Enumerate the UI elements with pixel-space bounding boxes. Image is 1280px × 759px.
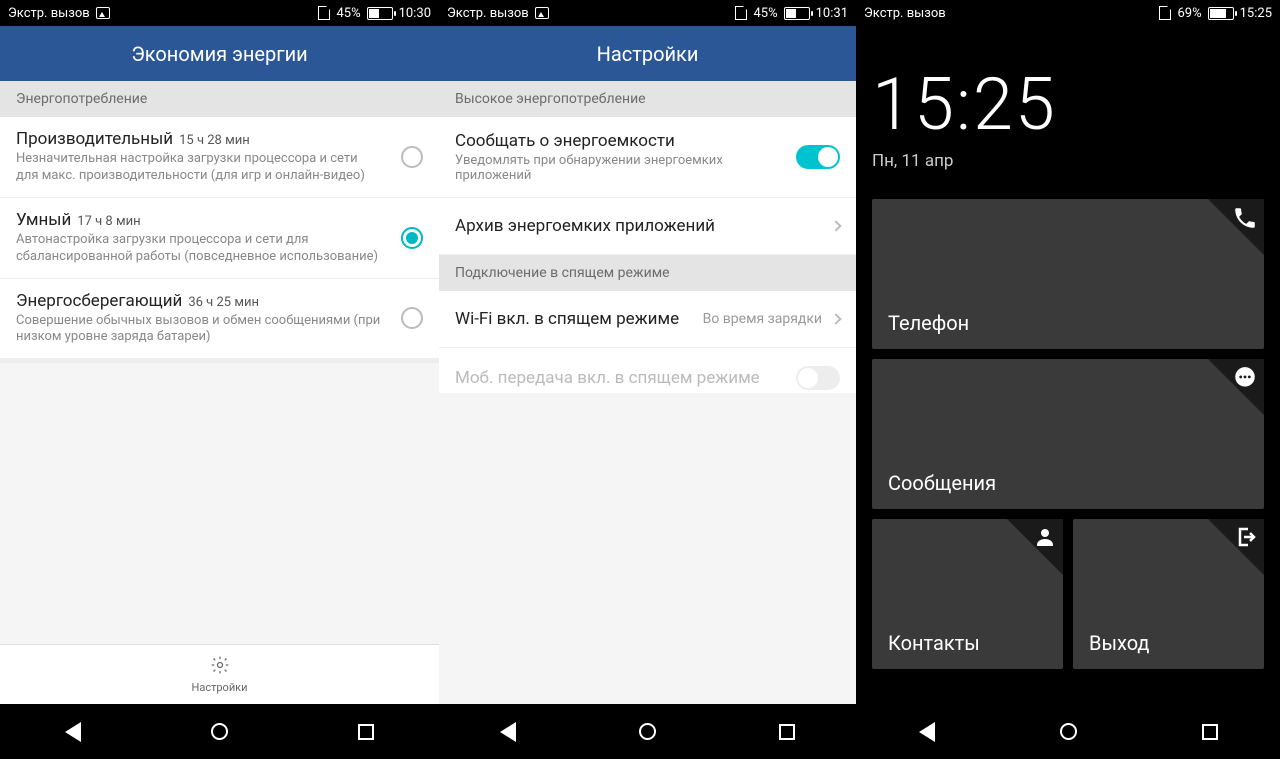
android-navbar — [0, 704, 439, 759]
recent-button[interactable] — [1202, 724, 1218, 740]
spacer — [0, 363, 439, 645]
archive-row[interactable]: Архив энергоемких приложений — [439, 198, 856, 255]
row-title: Моб. передача вкл. в спящем режиме — [455, 368, 788, 388]
radio-icon[interactable] — [401, 307, 423, 329]
phone-screen-2: Экстр. вызов 45% 10:31 Настройки Высокое… — [439, 0, 856, 759]
toggle-switch — [796, 366, 840, 390]
tile-contacts[interactable]: Контакты — [872, 519, 1063, 669]
mode-performance[interactable]: Производительный 15 ч 28 мин Незначительн… — [0, 117, 439, 198]
chevron-right-icon — [830, 220, 841, 231]
mode-saver[interactable]: Энергосберегающий 36 ч 25 мин Совершение … — [0, 279, 439, 360]
mode-desc: Совершение обычных вызовов и обмен сообщ… — [16, 313, 423, 347]
row-title: Wi-Fi вкл. в спящем режиме — [455, 309, 703, 329]
row-value: Во время зарядки — [703, 311, 822, 327]
phone-icon — [1232, 205, 1258, 235]
tile-label: Выход — [1089, 631, 1150, 655]
phone-screen-1: Экстр. вызов 45% 10:30 Экономия энергии … — [0, 0, 439, 759]
mobile-sleep-row: Моб. передача вкл. в спящем режиме — [439, 348, 856, 393]
sim-icon — [735, 6, 747, 20]
page-title: Настройки — [439, 26, 856, 81]
tile-phone[interactable]: Телефон — [872, 199, 1264, 349]
row-title: Сообщать о энергоемкости — [455, 131, 788, 151]
carrier-label: Экстр. вызов — [864, 6, 946, 21]
wifi-sleep-row[interactable]: Wi-Fi вкл. в спящем режиме Во время заря… — [439, 291, 856, 348]
clock-label: 15:25 — [1240, 6, 1272, 21]
gear-icon — [210, 655, 230, 679]
back-button[interactable] — [65, 722, 81, 742]
tile-grid: Телефон Сообщения Контакты — [872, 199, 1264, 669]
recent-button[interactable] — [358, 724, 374, 740]
android-navbar — [856, 704, 1280, 759]
row-desc: Уведомлять при обнаружении энергоемких п… — [455, 153, 788, 183]
content-area: Энергопотребление Производительный 15 ч 2… — [0, 81, 439, 363]
person-icon — [1033, 525, 1057, 553]
section-consumption: Энергопотребление — [0, 81, 439, 117]
battery-icon — [784, 7, 810, 20]
mode-desc: Незначительная настройка загрузки процес… — [16, 151, 423, 185]
clock-label: 10:30 — [399, 6, 431, 21]
battery-icon — [1208, 7, 1234, 20]
phone-screen-3: Экстр. вызов 69% 15:25 15:25 Пн, 11 апр … — [856, 0, 1280, 759]
page-title: Экономия энергии — [0, 26, 439, 81]
lockscreen-content: 15:25 Пн, 11 апр Телефон Сообщения — [856, 26, 1280, 704]
mode-time: 15 ч 28 мин — [179, 133, 250, 148]
notify-energy-row[interactable]: Сообщать о энергоемкости Уведомлять при … — [439, 117, 856, 198]
battery-percent: 69% — [1177, 6, 1201, 21]
tile-label: Сообщения — [888, 471, 996, 495]
battery-icon — [367, 7, 393, 20]
tile-exit[interactable]: Выход — [1073, 519, 1264, 669]
back-button[interactable] — [919, 722, 935, 742]
android-navbar — [439, 704, 856, 759]
carrier-label: Экстр. вызов — [447, 6, 529, 21]
battery-percent: 45% — [336, 6, 360, 21]
section-sleep: Подключение в спящем режиме — [439, 255, 856, 291]
status-bar: Экстр. вызов 45% 10:30 — [0, 0, 439, 26]
chat-icon — [1232, 365, 1258, 395]
recent-button[interactable] — [779, 724, 795, 740]
mode-time: 36 ч 25 мин — [188, 295, 259, 310]
mode-desc: Автонастройка загрузки процессора и сети… — [16, 232, 423, 266]
mode-time: 17 ч 8 мин — [77, 214, 140, 229]
content-area: Высокое энергопотребление Сообщать о эне… — [439, 81, 856, 393]
home-button[interactable] — [211, 723, 228, 740]
clock-label: 10:31 — [816, 6, 848, 21]
status-bar: Экстр. вызов 45% 10:31 — [439, 0, 856, 26]
carrier-label: Экстр. вызов — [8, 6, 90, 21]
spacer — [439, 393, 856, 705]
sim-icon — [318, 6, 330, 20]
section-high: Высокое энергопотребление — [439, 81, 856, 117]
sim-icon — [1159, 6, 1171, 20]
home-button[interactable] — [1060, 723, 1077, 740]
tile-label: Телефон — [888, 311, 969, 335]
picture-icon — [96, 7, 110, 19]
back-button[interactable] — [500, 722, 516, 742]
status-bar: Экстр. вызов 69% 15:25 — [856, 0, 1280, 26]
row-title: Архив энергоемких приложений — [455, 216, 832, 236]
toggle-switch[interactable] — [796, 145, 840, 169]
tab-label: Настройки — [192, 681, 248, 694]
mode-title: Умный — [16, 210, 71, 230]
radio-icon[interactable] — [401, 146, 423, 168]
chevron-right-icon — [830, 313, 841, 324]
radio-icon[interactable] — [401, 227, 423, 249]
mode-smart[interactable]: Умный 17 ч 8 мин Автонастройка загрузки п… — [0, 198, 439, 279]
clock-date: Пн, 11 апр — [872, 151, 1264, 171]
picture-icon — [535, 7, 549, 19]
clock-time: 15:25 — [872, 62, 1264, 147]
mode-title: Энергосберегающий — [16, 291, 182, 311]
mode-title: Производительный — [16, 129, 173, 149]
exit-icon — [1234, 525, 1258, 553]
home-button[interactable] — [639, 723, 656, 740]
tile-label: Контакты — [888, 631, 980, 655]
settings-tab[interactable]: Настройки — [0, 644, 439, 704]
battery-percent: 45% — [753, 6, 777, 21]
tile-messages[interactable]: Сообщения — [872, 359, 1264, 509]
